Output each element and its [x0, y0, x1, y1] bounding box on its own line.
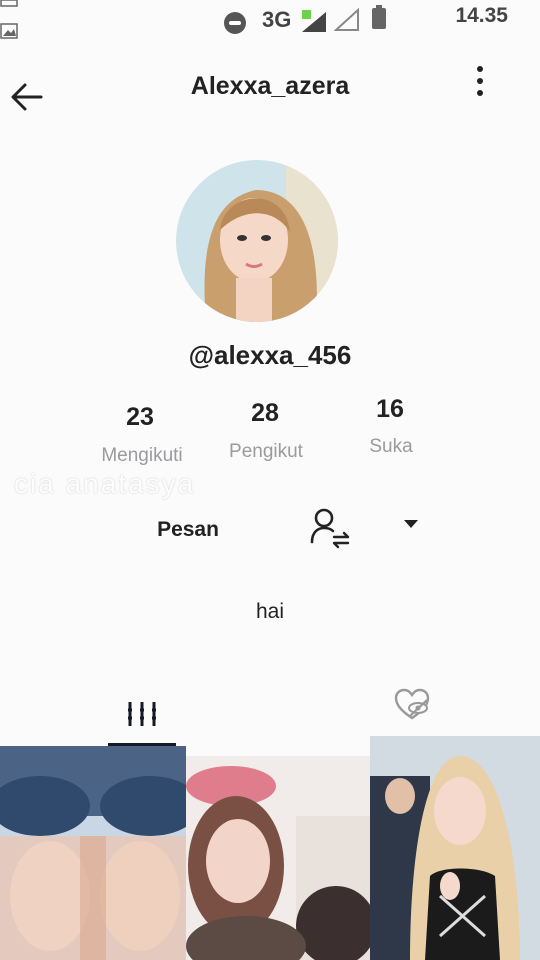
battery-icon	[372, 5, 386, 29]
video-thumbnail-3[interactable]	[370, 736, 540, 960]
do-not-disturb-icon	[224, 12, 246, 34]
status-bar: 3G 14.35	[0, 0, 540, 44]
network-type: 3G	[262, 7, 292, 32]
more-vertical-icon[interactable]	[466, 64, 494, 100]
signal-icon	[302, 10, 326, 32]
stat-followers-value: 28	[251, 399, 279, 427]
video-thumbnail-1[interactable]	[0, 746, 186, 960]
stat-followers[interactable]: 28	[205, 399, 325, 428]
stat-likes-value: 16	[376, 395, 404, 423]
video-thumbnail-2[interactable]	[186, 756, 370, 960]
avatar[interactable]	[176, 160, 338, 322]
stat-likes-label: Suka	[369, 436, 413, 457]
message-button[interactable]: Pesan	[140, 518, 236, 542]
profile-handle: @alexxa_456	[188, 340, 352, 370]
stat-likes[interactable]: 16	[330, 395, 450, 424]
status-time: 14.35	[455, 4, 508, 27]
page-title: Alexxa_azera	[190, 72, 350, 100]
triangle-down-icon[interactable]	[400, 516, 422, 534]
stat-following-value: 23	[126, 403, 154, 431]
grid-bars-icon[interactable]	[108, 690, 176, 744]
stat-following[interactable]: 23	[80, 403, 200, 432]
user-swap-icon[interactable]	[308, 506, 352, 550]
signal-empty-icon	[334, 8, 359, 31]
watermark-text: cia anatasya	[14, 468, 196, 499]
heart-eye-slash-icon[interactable]	[390, 684, 434, 724]
notification-icons	[0, 0, 18, 39]
profile-bio: hai	[255, 600, 285, 623]
